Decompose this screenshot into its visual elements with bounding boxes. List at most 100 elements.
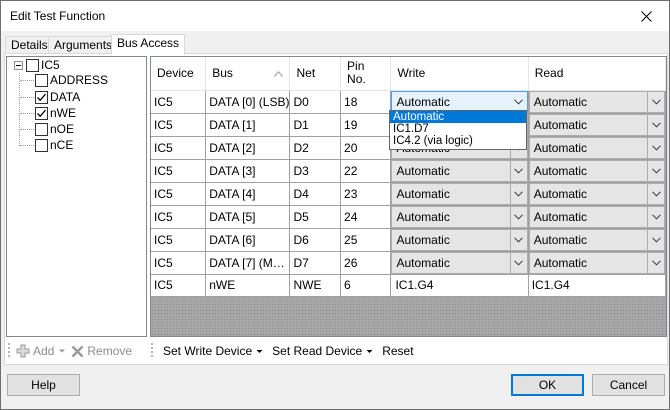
column-header-device[interactable]: Device [151,57,207,91]
combobox-dropdown-button[interactable] [647,183,664,204]
combobox-dropdown-button[interactable] [509,206,527,227]
combobox-dropdown-button[interactable] [509,229,527,250]
table-row[interactable]: IC5 DATA [3] D3 22 Automatic Automatic [151,159,666,183]
chevron-down-icon [59,349,66,353]
device-combobox[interactable]: Automatic [391,182,528,204]
tab-arguments[interactable]: Arguments [48,36,119,54]
combobox-dropdown-button[interactable] [647,91,664,112]
reset-button[interactable]: Reset [382,344,413,358]
cell-write[interactable]: Automatic [390,251,529,275]
cell-read[interactable]: Automatic [528,182,666,206]
device-combobox[interactable]: Automatic [391,205,528,227]
device-combobox[interactable]: Automatic [391,251,528,273]
dropdown-option[interactable]: IC1.D7 [390,123,526,135]
cell-device: IC5 [151,90,207,114]
table-row[interactable]: IC5 DATA [4] D4 23 Automatic Automatic [151,182,666,206]
tab-bus-access[interactable]: Bus Access [111,34,186,55]
chevron-down-icon [513,98,523,105]
cell-read[interactable]: Automatic [528,90,666,114]
dropdown-option[interactable]: Automatic [390,111,526,123]
table-row[interactable]: IC5 DATA [7] (M… D7 26 Automatic Automatic [151,251,666,275]
cell-read[interactable]: Automatic [528,113,666,137]
cell-write[interactable]: Automatic [390,205,529,229]
cell-read[interactable]: Automatic [528,159,666,183]
device-combobox[interactable]: Automatic [528,182,665,204]
combobox-dropdown-button[interactable] [647,114,664,135]
device-combobox[interactable]: Automatic [528,90,665,112]
combobox-dropdown-button[interactable] [510,92,527,112]
device-combobox[interactable]: Automatic [528,113,665,135]
column-header-pin[interactable]: Pin No. [340,57,392,91]
collapse-icon[interactable] [14,60,23,70]
combobox-dropdown-button[interactable] [647,137,664,158]
combobox-dropdown-button[interactable] [509,160,527,181]
tree-node-address[interactable]: ADDRESS [35,72,108,88]
add-button[interactable]: Add [16,344,66,358]
table-row[interactable]: IC5 DATA [5] D5 24 Automatic Automatic [151,205,666,229]
help-button[interactable]: Help [7,374,80,396]
window-title: Edit Test Function [10,9,106,23]
chevron-down-icon [514,236,524,243]
combobox-dropdown-button[interactable] [647,229,664,250]
cell-read[interactable]: Automatic [528,205,666,229]
table-row[interactable]: IC5 nWE NWE 6 IC1.G4 IC1.G4 [151,274,666,297]
chevron-down-icon [256,349,263,353]
combobox-dropdown-button[interactable] [647,206,664,227]
cancel-button[interactable]: Cancel [592,374,665,396]
ok-button[interactable]: OK [511,374,584,396]
chevron-down-icon [514,259,524,266]
tree-node-nwe[interactable]: nWE [35,105,76,121]
tree-node-data[interactable]: DATA [35,89,80,105]
column-header-write[interactable]: Write [390,57,529,91]
device-combobox[interactable]: Automatic [391,159,528,181]
combobox-dropdown-button[interactable] [647,160,664,181]
tab-details[interactable]: Details [5,36,54,54]
grid-header-row: Device Bus Net Pin No. Write Read [151,57,666,91]
table-row[interactable]: IC5 DATA [6] D6 25 Automatic Automatic [151,228,666,252]
cell-read[interactable]: Automatic [528,228,666,252]
cell-bus: DATA [7] (M… [205,251,291,275]
combobox-dropdown-button[interactable] [509,252,527,273]
dropdown-option[interactable]: IC4.2 (via logic) [390,135,526,147]
tree-checkbox[interactable] [35,122,48,136]
signal-tree[interactable]: IC5 ADDRESS DATA nWE nOE nCE [6,56,147,337]
tree-checkbox[interactable] [35,106,48,120]
cell-read[interactable]: Automatic [528,136,666,160]
tree-node-noe[interactable]: nOE [35,121,74,137]
write-device-dropdown-list[interactable]: Automatic IC1.D7 IC4.2 (via logic) [389,110,527,150]
device-combobox[interactable]: Automatic [528,228,665,250]
cell-write[interactable]: Automatic [390,159,529,183]
tree-checkbox[interactable] [26,58,39,72]
cell-net: D5 [289,205,342,229]
tree-node-nce[interactable]: nCE [35,137,73,153]
tree-checkbox[interactable] [35,138,48,152]
grid-table: Device Bus Net Pin No. Write Read IC5 DAT… [151,57,666,297]
device-combobox[interactable]: Automatic [528,159,665,181]
bus-access-grid[interactable]: Device Bus Net Pin No. Write Read IC5 DAT… [150,56,667,337]
column-header-net[interactable]: Net [289,57,342,91]
combobox-value: Automatic [396,94,450,109]
cell-write: IC1.G4 [390,274,529,297]
remove-button[interactable]: Remove [71,344,132,358]
device-combobox[interactable]: Automatic [528,251,665,273]
column-header-bus[interactable]: Bus [205,57,291,91]
cell-write[interactable]: Automatic [390,182,529,206]
cell-read[interactable]: Automatic [528,251,666,275]
cell-device: IC5 [151,159,207,183]
device-combobox[interactable]: Automatic [528,205,665,227]
reset-label: Reset [382,344,414,358]
combobox-dropdown-button[interactable] [509,183,527,204]
close-button[interactable] [623,1,669,31]
cell-device: IC5 [151,136,207,160]
device-combobox[interactable]: Automatic [391,228,528,250]
set-write-device-button[interactable]: Set Write Device [163,344,263,358]
set-read-device-button[interactable]: Set Read Device [272,344,373,358]
tree-checkbox[interactable] [35,90,48,104]
tree-node-ic5[interactable]: IC5 [14,57,60,73]
column-header-read[interactable]: Read [528,57,666,91]
cell-write[interactable]: Automatic [390,228,529,252]
tree-checkbox[interactable] [35,73,48,87]
device-combobox[interactable]: Automatic [528,136,665,158]
combobox-dropdown-button[interactable] [647,252,664,273]
cell-net: D6 [289,228,342,252]
